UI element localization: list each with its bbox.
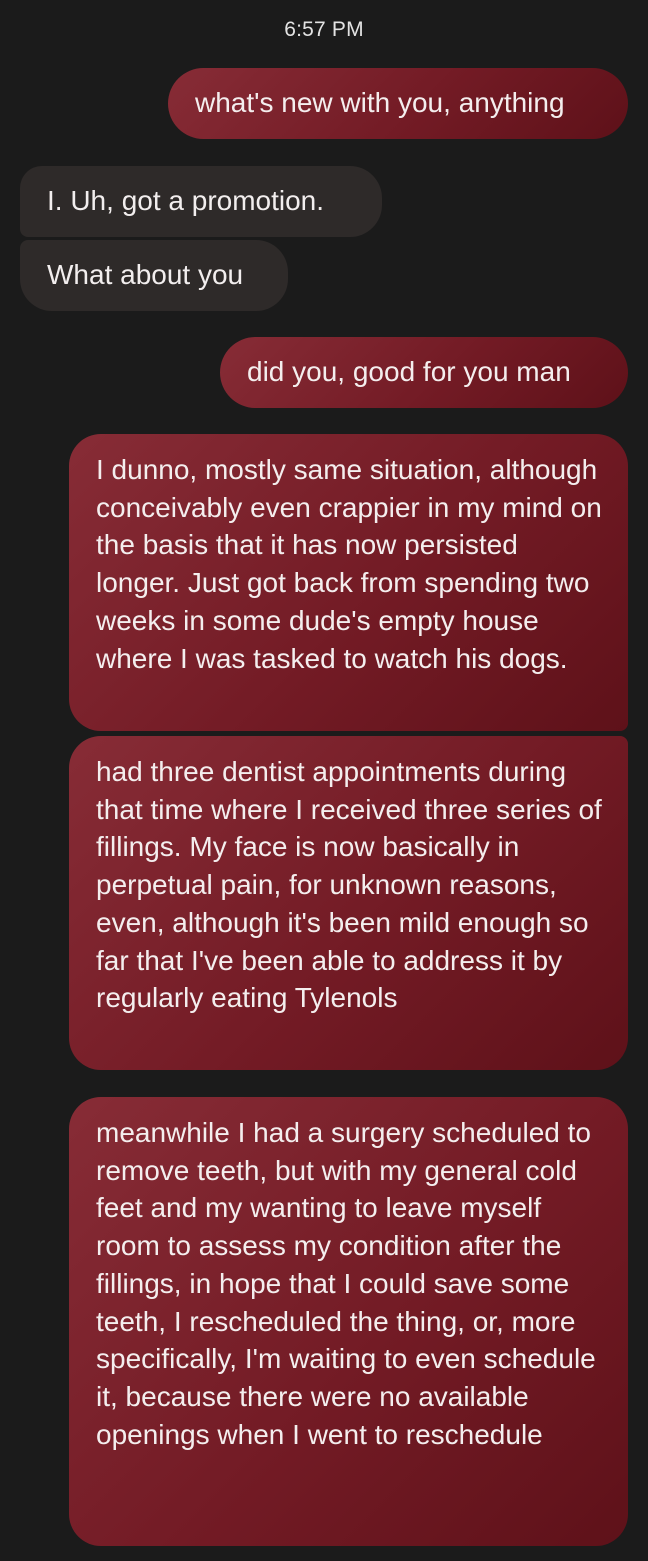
sent-message-bubble[interactable]: meanwhile I had a surgery scheduled to r… [69, 1097, 628, 1546]
received-message-bubble[interactable]: What about you [20, 240, 288, 311]
sent-message-bubble[interactable]: what's new with you, anything [168, 68, 628, 139]
message-timestamp: 6:57 PM [284, 18, 364, 41]
sent-message-bubble[interactable]: had three dentist appointments during th… [69, 736, 628, 1070]
sent-message-bubble[interactable]: I dunno, mostly same situation, although… [69, 434, 628, 731]
sent-message-bubble[interactable]: did you, good for you man [220, 337, 628, 408]
received-message-bubble[interactable]: I. Uh, got a promotion. [20, 166, 382, 237]
